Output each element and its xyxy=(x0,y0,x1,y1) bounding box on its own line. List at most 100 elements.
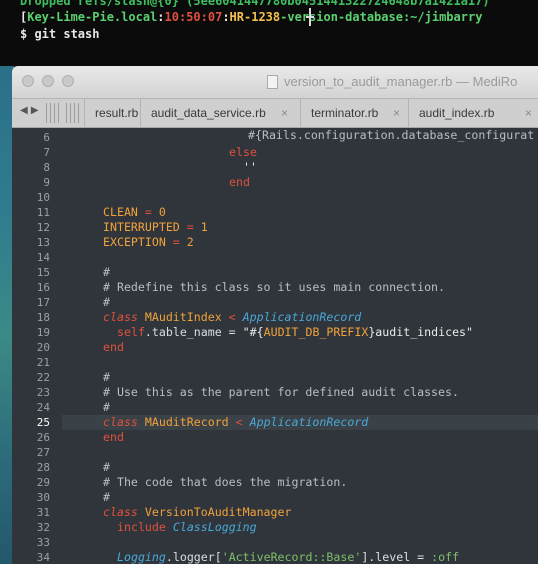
tab-audit-index[interactable]: audit_index.rb × xyxy=(408,99,538,127)
code-line-8: '' xyxy=(243,160,257,174)
method-call: ].level = xyxy=(361,550,432,564)
line-number: 16 xyxy=(36,281,50,294)
tab-grip-icon xyxy=(46,103,62,123)
receiver: Logging xyxy=(117,550,166,564)
keyword: class xyxy=(103,415,138,429)
line-number: 21 xyxy=(36,356,50,369)
line-number: 14 xyxy=(36,251,50,264)
string: 'ActiveRecord::Base' xyxy=(221,550,362,564)
module-name: ClassLogging xyxy=(172,520,257,534)
line-number: 26 xyxy=(36,431,50,444)
line-number: 33 xyxy=(36,536,50,549)
tab-audit-data-service[interactable]: audit_data_service.rb × xyxy=(140,99,300,127)
tab-result[interactable]: result.rb xyxy=(84,99,140,127)
operator: < xyxy=(228,310,236,324)
text-cursor-icon xyxy=(306,6,314,28)
line-number: 8 xyxy=(43,161,50,174)
line-number: 6 xyxy=(43,131,50,144)
code-line-22: # xyxy=(103,370,110,384)
code-line-34: Logging.logger['ActiveRecord::Base'].lev… xyxy=(117,550,459,564)
tab-terminator[interactable]: terminator.rb × xyxy=(300,99,408,127)
code-line-17: # xyxy=(103,295,110,309)
code-line-26: end xyxy=(103,430,124,445)
editor-window[interactable]: version_to_audit_manager.rb — MediRo ◀ ▶… xyxy=(12,66,538,564)
keyword: end xyxy=(103,340,124,354)
tab-label: terminator.rb xyxy=(311,106,379,120)
number: 2 xyxy=(186,235,194,249)
method-call: .logger[ xyxy=(165,550,222,564)
code-line-31: class VersionToAuditManager xyxy=(103,505,291,520)
line-number: 28 xyxy=(36,461,50,474)
close-tab-icon[interactable]: × xyxy=(393,99,400,127)
code-line-6: #{Rails.configuration.database_configura… xyxy=(248,128,535,142)
keyword: class xyxy=(103,505,138,519)
prompt-branch: HR-1238 xyxy=(229,10,281,24)
line-number-active: 25 xyxy=(36,416,50,429)
code-line-13: EXCEPTION = 2 xyxy=(103,235,194,249)
string: "#{ xyxy=(242,325,264,339)
code-line-25: class MAuditRecord < ApplicationRecord xyxy=(103,415,368,430)
class-name: MAuditIndex xyxy=(144,310,222,324)
code-line-24: # xyxy=(103,400,110,414)
line-number: 19 xyxy=(36,326,50,339)
close-tab-icon[interactable]: × xyxy=(525,99,532,127)
prompt-separator: : xyxy=(222,10,230,24)
line-number: 24 xyxy=(36,401,50,414)
constant: CLEAN xyxy=(103,205,138,219)
line-number: 17 xyxy=(36,296,50,309)
tab-label: audit_index.rb xyxy=(419,106,495,120)
close-tab-icon[interactable]: × xyxy=(281,99,288,127)
keyword: end xyxy=(103,430,124,444)
code-line-11: CLEAN = 0 xyxy=(103,205,166,219)
line-number: 31 xyxy=(36,506,50,519)
keyword: class xyxy=(103,310,138,324)
class-name: VersionToAuditManager xyxy=(144,505,292,519)
code-editor[interactable]: 6 7 8 9 10 11 12 13 14 15 16 17 18 19 20… xyxy=(12,128,538,564)
keyword: include xyxy=(117,520,166,534)
parent-class: ApplicationRecord xyxy=(249,415,369,429)
prompt-host: Key-Lime-Pie.local xyxy=(27,10,158,24)
keyword: end xyxy=(229,175,250,189)
keyword: self xyxy=(117,325,145,339)
number: 0 xyxy=(158,205,166,219)
constant: AUDIT_DB_PREFIX xyxy=(263,325,369,339)
symbol: :off xyxy=(431,550,460,564)
maximize-window-button[interactable] xyxy=(62,75,74,87)
tab-grip-icon xyxy=(66,103,82,123)
minimize-window-button[interactable] xyxy=(42,75,54,87)
code-line-16: # Redefine this class so it uses main co… xyxy=(103,280,446,294)
window-title: version_to_audit_manager.rb — MediRo xyxy=(284,74,518,89)
code-line-32: include ClassLogging xyxy=(117,520,257,535)
line-number: 13 xyxy=(36,236,50,249)
code-line-20: end xyxy=(103,340,124,355)
tab-label: result.rb xyxy=(95,106,139,120)
line-number: 32 xyxy=(36,521,50,534)
code-line-30: # xyxy=(103,490,110,504)
code-line-18: class MAuditIndex < ApplicationRecord xyxy=(103,310,361,325)
terminal-command[interactable]: $ git stash xyxy=(20,27,99,41)
line-number: 22 xyxy=(36,371,50,384)
title-bar[interactable]: version_to_audit_manager.rb — MediRo xyxy=(12,66,538,99)
code-line-15: # xyxy=(103,265,110,279)
close-window-button[interactable] xyxy=(22,75,34,87)
attribute: .table_name = xyxy=(144,325,243,339)
terminal-output-line: Dropped refs/stash@{0} (5ee6041447780b04… xyxy=(20,0,490,8)
line-number: 9 xyxy=(43,176,50,189)
operator: < xyxy=(235,415,243,429)
terminal-prompt: [Key-Lime-Pie.local:10:50:07:HR-1238-ver… xyxy=(20,10,482,24)
parent-class: ApplicationRecord xyxy=(242,310,362,324)
line-number: 10 xyxy=(36,191,50,204)
tab-label: audit_data_service.rb xyxy=(151,106,266,120)
code-line-19: self.table_name = "#{AUDIT_DB_PREFIX}aud… xyxy=(117,325,473,340)
prompt-separator: : xyxy=(157,10,165,24)
constant: INTERRUPTED xyxy=(103,220,180,234)
terminal-window[interactable]: Dropped refs/stash@{0} (5ee6041447780b04… xyxy=(0,0,538,66)
line-number: 29 xyxy=(36,476,50,489)
tab-bar: ◀ ▶ result.rb audit_data_service.rb × te… xyxy=(12,99,538,128)
tab-nav-arrows-icon[interactable]: ◀ ▶ xyxy=(20,105,39,116)
keyword: else xyxy=(229,145,257,159)
document-icon xyxy=(267,75,278,89)
code-line-7: else xyxy=(229,145,257,160)
line-number: 20 xyxy=(36,341,50,354)
line-number: 30 xyxy=(36,491,50,504)
